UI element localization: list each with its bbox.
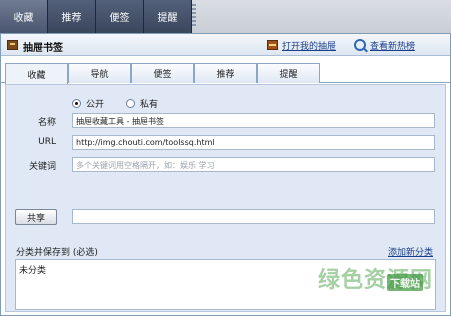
open-drawer-icon — [267, 40, 278, 50]
radio-public[interactable]: 公开 — [72, 97, 104, 110]
share-input[interactable] — [72, 209, 435, 224]
url-input[interactable]: http://img.chouti.com/toolssq.html — [72, 135, 435, 150]
keywords-input[interactable]: 多个关键词用空格隔开，如：娱乐 学习 — [72, 157, 435, 172]
radio-dot-icon — [126, 99, 135, 108]
keywords-label: 关键词 — [28, 162, 56, 172]
url-label: URL — [38, 137, 56, 147]
radio-dot-icon — [72, 99, 81, 108]
tab-favorites[interactable]: 收藏 — [5, 63, 68, 84]
title-bar: 抽屉书签 打开我的抽屉 查看新热榜 — [1, 34, 450, 56]
open-drawer-link[interactable]: 打开我的抽屉 — [282, 39, 336, 52]
tab-notes[interactable]: 便签 — [131, 63, 194, 83]
radio-public-label: 公开 — [86, 100, 105, 110]
share-button[interactable]: 共享 — [15, 209, 57, 225]
tab-navigation[interactable]: 导航 — [68, 63, 131, 83]
top-tab-reminder[interactable]: 提醒 — [144, 0, 192, 33]
radio-private-label: 私有 — [140, 100, 159, 110]
radio-private[interactable]: 私有 — [126, 97, 158, 110]
name-input[interactable]: 抽屉收藏工具 - 抽屉书签 — [72, 113, 435, 128]
window-title: 抽屉书签 — [23, 43, 63, 54]
top-tab-notes[interactable]: 便签 — [96, 0, 144, 33]
tab-recommend[interactable]: 推荐 — [194, 63, 257, 83]
drawer-icon — [7, 40, 18, 50]
top-tab-strip: 收藏 推荐 便签 提醒 — [0, 0, 451, 33]
category-header: 分类并保存到 (必选) — [16, 248, 98, 258]
add-category-link[interactable]: 添加新分类 — [388, 245, 433, 258]
drag-grip-icon[interactable] — [192, 4, 196, 28]
name-label: 名称 — [37, 118, 56, 128]
top-tab-favorites[interactable]: 收藏 — [0, 0, 48, 33]
tab-reminder[interactable]: 提醒 — [257, 63, 320, 83]
sub-tab-bar: 收藏 导航 便签 推荐 提醒 — [1, 63, 450, 84]
top-tab-recommend[interactable]: 推荐 — [48, 0, 96, 33]
search-icon — [354, 39, 366, 51]
watermark-badge: 下载站 — [387, 274, 423, 291]
hot-list-link[interactable]: 查看新热榜 — [370, 39, 415, 52]
